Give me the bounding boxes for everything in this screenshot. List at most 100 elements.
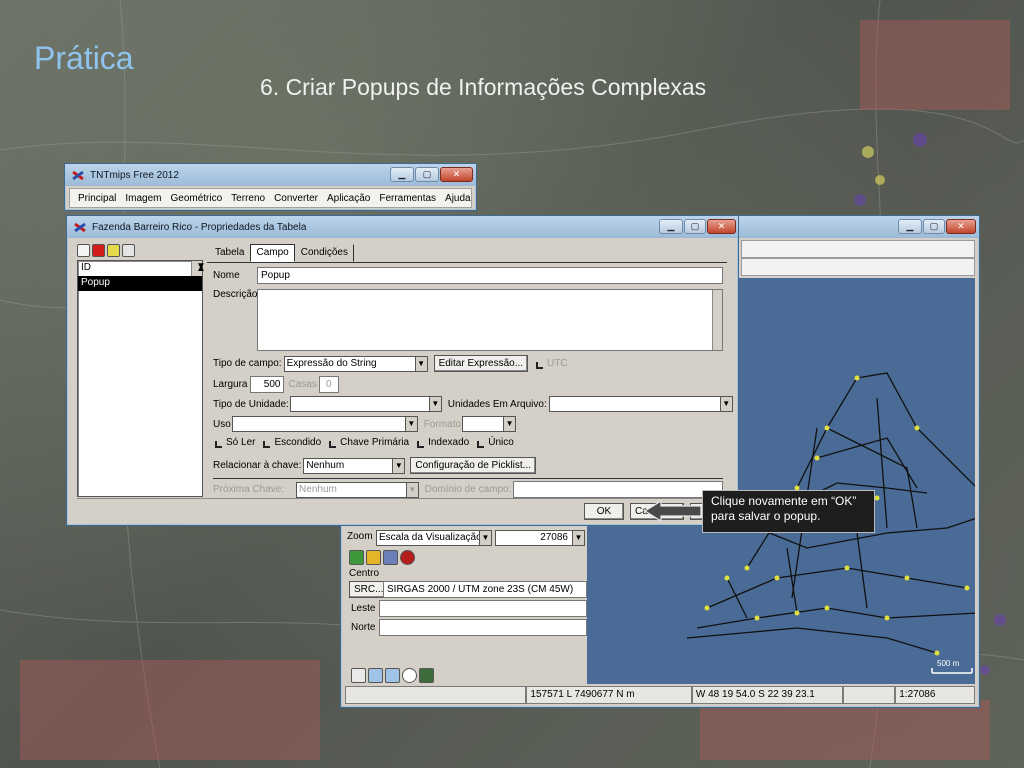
props-titlebar[interactable]: Fazenda Barreiro Rico - Propriedades da … (67, 216, 738, 238)
next-key-select[interactable]: Nenhum ▼ (296, 481, 419, 498)
chevron-down-icon: ▼ (428, 397, 441, 411)
scroll-down-icon[interactable]: ▼ (193, 260, 206, 275)
zoom-label: Zoom (347, 531, 373, 542)
add-layer-icon[interactable] (349, 550, 364, 565)
description-scrollbar[interactable] (712, 290, 722, 350)
magnifier-icon[interactable] (402, 668, 417, 683)
map-toolbar-icons (349, 550, 417, 568)
campo-panel: Nome Popup Descrição Tipo de campo: Expr… (207, 262, 733, 498)
field-type-select[interactable]: Expressão do String ▼ (283, 355, 428, 372)
map-maximize-icon[interactable]: ▢ (923, 219, 945, 234)
east-field[interactable] (379, 600, 587, 617)
checkbox-icon[interactable] (263, 441, 271, 448)
zoom-value-select[interactable]: 27086 ▼ (495, 530, 585, 546)
zoom-in-icon[interactable] (368, 668, 383, 683)
name-label: Nome (213, 270, 240, 281)
checkbox-icon[interactable] (329, 441, 337, 448)
zoom-value: 27086 (540, 532, 568, 543)
props-minimize-icon[interactable]: ▁ (659, 219, 683, 234)
chevron-down-icon: ▼ (414, 356, 427, 371)
tab-tabela[interactable]: Tabela (209, 244, 250, 262)
unit-type-select[interactable]: ▼ (289, 396, 442, 412)
folder-icon[interactable] (366, 550, 381, 565)
relate-label: Relacionar à chave: (213, 460, 302, 471)
menu-terreno[interactable]: Terreno (231, 193, 265, 204)
close-icon[interactable]: ✕ (440, 167, 473, 182)
status-latlon: W 48 19 54.0 S 22 39 23.1 (691, 686, 844, 704)
props-maximize-icon[interactable]: ▢ (684, 219, 706, 234)
north-label: Norte (351, 622, 376, 633)
width-field[interactable]: 500 (250, 376, 285, 393)
tntmips-app-icon (71, 169, 85, 182)
field-type-value: Expressão do String (286, 357, 377, 369)
props-tabs: Tabela Campo Condições (209, 244, 354, 262)
checkbox-icon[interactable] (536, 362, 544, 369)
field-type-label: Tipo de campo: (213, 358, 282, 369)
delete-field-icon[interactable] (92, 244, 105, 257)
menu-aplicacao[interactable]: Aplicação (327, 193, 370, 204)
checkbox-label: Único (488, 437, 514, 448)
props-close-icon[interactable]: ✕ (707, 219, 736, 234)
chevron-down-icon: ▼ (405, 482, 418, 497)
list-item-selected[interactable]: Popup (78, 276, 202, 291)
stop-icon[interactable] (400, 550, 415, 565)
checkbox-icon[interactable] (477, 441, 485, 448)
format-label: Formato (423, 418, 462, 430)
add-field-icon[interactable] (77, 244, 90, 257)
menu-imagem[interactable]: Imagem (125, 193, 161, 204)
status-empty (843, 686, 896, 704)
chevron-down-icon: ▼ (719, 397, 732, 411)
menu-converter[interactable]: Converter (274, 193, 318, 204)
field-list[interactable]: ID Popup ▲ ▼ (77, 260, 206, 497)
edit-expression-button[interactable]: Editar Expressão... (433, 355, 529, 372)
checkbox-icon[interactable] (417, 441, 425, 448)
domain-field[interactable] (513, 481, 723, 498)
unit-file-select[interactable]: ▼ (548, 396, 733, 412)
width-label: Largura (213, 379, 248, 390)
north-field[interactable] (379, 619, 587, 636)
menu-geometrico[interactable]: Geométrico (170, 193, 222, 204)
zoom-select[interactable]: Escala da Visualização ▼ (376, 530, 492, 546)
status-scale: 1:27086 (895, 686, 975, 704)
crs-field[interactable]: SIRGAS 2000 / UTM zone 23S (CM 45W) (383, 581, 587, 598)
unit-file-label: Unidades Em Arquivo: (447, 398, 547, 410)
minimize-icon[interactable]: ▁ (390, 167, 414, 182)
checkbox-label: Escondido (274, 437, 322, 448)
field-list-scrollbar[interactable]: ▲ ▼ (191, 260, 206, 276)
map-icon[interactable] (419, 668, 434, 683)
use-label: Uso (213, 418, 231, 430)
list-icon[interactable] (351, 668, 366, 683)
zoom-out-icon[interactable] (385, 668, 400, 683)
relate-select[interactable]: Nenhum ▼ (303, 457, 406, 474)
center-label: Centro (349, 568, 380, 579)
ok-button[interactable]: OK (584, 503, 624, 520)
utc-label: UTC (547, 358, 568, 369)
tab-condicoes[interactable]: Condições (295, 244, 354, 262)
table-properties-window: Fazenda Barreiro Rico - Propriedades da … (66, 215, 739, 526)
decimals-field[interactable]: 0 (318, 376, 339, 393)
checkbox-icon[interactable] (215, 441, 222, 448)
relate-value: Nenhum (306, 459, 345, 471)
map-close-icon[interactable]: ✕ (946, 219, 976, 234)
chevron-down-icon: ▼ (392, 458, 405, 473)
next-key-value: Nenhum (299, 483, 337, 495)
checkbox-label: Indexado (428, 437, 470, 448)
map-toolbar-secondary (741, 258, 975, 276)
use-select[interactable]: ▼ (231, 416, 418, 432)
insert-field-icon[interactable] (107, 244, 120, 257)
maximize-icon[interactable]: ▢ (415, 167, 439, 182)
map-minimize-icon[interactable]: ▁ (898, 219, 922, 234)
name-field[interactable]: Popup (257, 267, 723, 284)
layer-manager-icon[interactable] (383, 550, 398, 565)
format-select[interactable]: ▼ (462, 416, 517, 432)
status-coords: 157571 L 7490677 N m (526, 686, 692, 704)
description-field[interactable] (257, 289, 723, 351)
menu-ferramentas[interactable]: Ferramentas (379, 193, 436, 204)
tab-campo[interactable]: Campo (250, 244, 295, 262)
menu-principal[interactable]: Principal (78, 193, 116, 204)
picklist-button[interactable]: Configuração de Picklist... (410, 457, 537, 474)
list-item[interactable]: ID (78, 261, 202, 276)
menu-ajuda[interactable]: Ajuda (445, 193, 471, 204)
callout-line-1: Clique novamente em “OK” (711, 494, 857, 508)
table-icon[interactable] (122, 244, 135, 257)
